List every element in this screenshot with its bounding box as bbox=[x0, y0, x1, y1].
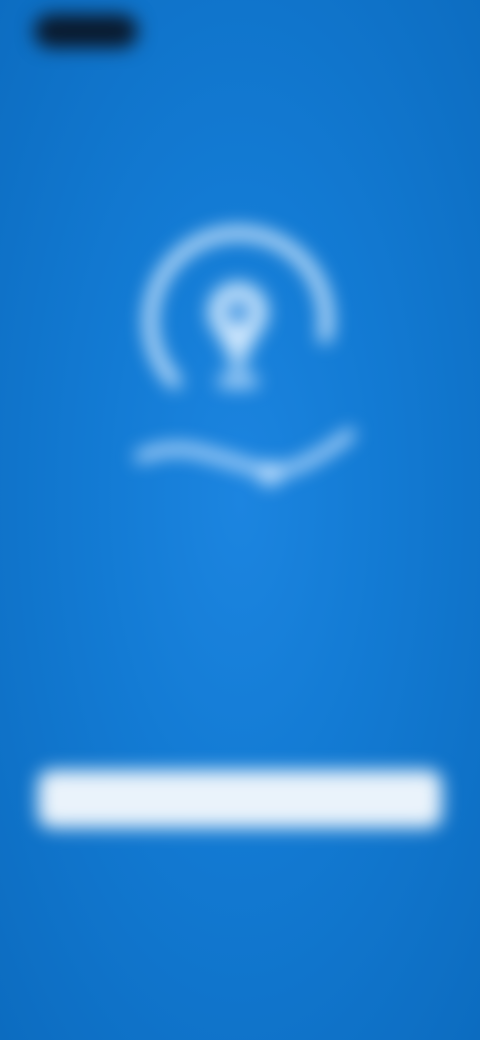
step-indicator bbox=[150, 688, 330, 716]
primary-action-button[interactable] bbox=[38, 770, 442, 828]
location-pin-with-arc-icon bbox=[120, 212, 360, 502]
status-bar-pill bbox=[34, 14, 138, 48]
onboarding-screen bbox=[0, 0, 480, 1040]
